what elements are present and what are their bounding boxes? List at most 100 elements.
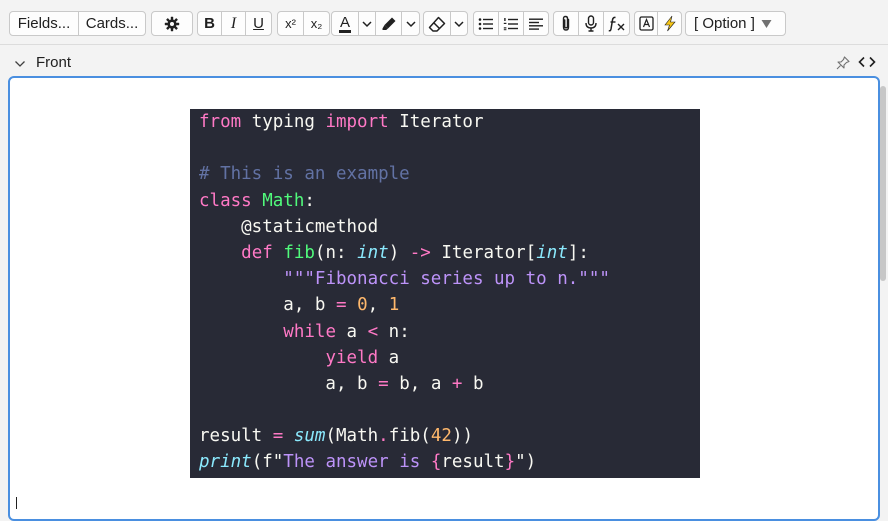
code-line: result = sum(Math.fib(42)) bbox=[199, 423, 700, 449]
chevron-down-icon bbox=[362, 20, 372, 28]
code-token: b, a bbox=[388, 373, 452, 394]
attach-button[interactable] bbox=[553, 11, 579, 36]
text-color-label: A bbox=[338, 13, 351, 33]
eraser-button[interactable] bbox=[423, 11, 451, 36]
code-token: a, b bbox=[199, 295, 336, 316]
subscript-button[interactable]: x₂ bbox=[303, 11, 330, 36]
code-token: { bbox=[430, 452, 442, 473]
eraser-icon bbox=[428, 16, 446, 32]
bullet-list-icon bbox=[478, 17, 494, 31]
underline-button[interactable]: U bbox=[245, 11, 272, 36]
highlight-dropdown[interactable] bbox=[401, 11, 420, 36]
html-editor-toggle-icon[interactable] bbox=[858, 55, 876, 74]
lightning-button[interactable] bbox=[657, 11, 682, 36]
code-token: Iterator[ bbox=[430, 242, 537, 263]
code-token: yield bbox=[325, 347, 379, 368]
image-occlusion-button[interactable] bbox=[634, 11, 658, 36]
function-icon bbox=[607, 16, 626, 32]
code-token: def bbox=[241, 242, 273, 263]
superscript-label: x² bbox=[285, 16, 296, 31]
collapse-chevron-icon[interactable] bbox=[14, 56, 26, 74]
bold-button[interactable]: B bbox=[197, 11, 222, 36]
code-token: , bbox=[367, 295, 389, 316]
code-token: Iterator bbox=[388, 112, 484, 132]
code-token: typing bbox=[241, 112, 326, 132]
lightning-icon bbox=[662, 15, 678, 32]
code-token: while bbox=[283, 321, 336, 342]
code-token: (Math bbox=[325, 426, 379, 447]
eraser-dropdown[interactable] bbox=[450, 11, 468, 36]
align-button[interactable] bbox=[523, 11, 549, 36]
field-label: Front bbox=[36, 54, 72, 71]
code-token: print bbox=[199, 452, 252, 473]
code-line: from typing import Iterator bbox=[199, 109, 700, 135]
cards-button[interactable]: Cards... bbox=[78, 11, 146, 36]
code-token: = bbox=[378, 373, 389, 394]
scrollbar[interactable] bbox=[880, 86, 886, 281]
marker-icon bbox=[381, 16, 397, 32]
italic-button[interactable]: I bbox=[221, 11, 246, 36]
code-token: n: bbox=[378, 321, 410, 342]
code-line: # This is an example bbox=[199, 161, 700, 187]
text-color-dropdown[interactable] bbox=[358, 11, 376, 36]
toolbar-divider bbox=[0, 44, 888, 45]
field-header: Front bbox=[0, 50, 888, 76]
superscript-button[interactable]: x² bbox=[277, 11, 304, 36]
code-token: fib( bbox=[388, 426, 431, 447]
dropdown-triangle-icon bbox=[761, 19, 772, 29]
highlight-button[interactable] bbox=[375, 11, 402, 36]
code-token: ) bbox=[388, 242, 410, 263]
code-token: (f" bbox=[251, 452, 284, 473]
option-select-value: [ Option ] bbox=[694, 15, 755, 32]
code-token: result bbox=[441, 452, 505, 473]
text-color-button[interactable]: A bbox=[331, 11, 359, 36]
code-token: """Fibonacci series up to n.""" bbox=[283, 269, 610, 290]
front-field-editor[interactable]: from typing import Iterator # This is an … bbox=[8, 76, 880, 521]
code-token: b bbox=[462, 373, 484, 394]
numbered-list-button[interactable] bbox=[498, 11, 524, 36]
fields-button[interactable]: Fields... bbox=[9, 11, 79, 36]
code-token: The answer is bbox=[283, 452, 431, 473]
fields-button-label: Fields... bbox=[17, 15, 71, 32]
code-token: = bbox=[272, 426, 284, 447]
code-line: class Math: bbox=[199, 188, 700, 214]
code-token: import bbox=[325, 112, 389, 132]
microphone-icon bbox=[584, 15, 598, 32]
code-token: 42 bbox=[430, 426, 452, 447]
code-token: a bbox=[335, 321, 368, 342]
option-select[interactable]: [ Option ] bbox=[685, 11, 786, 36]
code-token: int bbox=[357, 242, 389, 263]
settings-button[interactable] bbox=[151, 11, 193, 36]
code-token: ") bbox=[515, 452, 537, 473]
cards-button-label: Cards... bbox=[85, 15, 139, 32]
pin-icon[interactable] bbox=[836, 56, 850, 75]
subscript-label: x₂ bbox=[310, 16, 323, 31]
code-token: a bbox=[378, 347, 400, 368]
chevron-down-icon bbox=[454, 20, 464, 28]
text-caret bbox=[16, 497, 17, 509]
bullet-list-button[interactable] bbox=[473, 11, 499, 36]
editor-toolbar: Fields... Cards... B I U x² x₂ A [Optio… bbox=[0, 0, 888, 44]
code-token: @staticmethod bbox=[199, 216, 379, 237]
code-token: + bbox=[451, 373, 463, 394]
code-line: while a < n: bbox=[199, 319, 700, 345]
code-token: )) bbox=[451, 426, 474, 447]
text-box-icon bbox=[638, 16, 654, 31]
code-block: from typing import Iterator # This is an … bbox=[190, 109, 700, 478]
code-token: from bbox=[199, 112, 242, 132]
code-token: -> bbox=[409, 242, 431, 263]
code-line: print(f"The answer is {result}") bbox=[199, 449, 700, 475]
code-token: Math bbox=[262, 190, 305, 211]
code-token: ]: bbox=[567, 242, 589, 263]
record-audio-button[interactable] bbox=[578, 11, 604, 36]
math-button[interactable] bbox=[603, 11, 630, 36]
bold-label: B bbox=[204, 15, 215, 32]
